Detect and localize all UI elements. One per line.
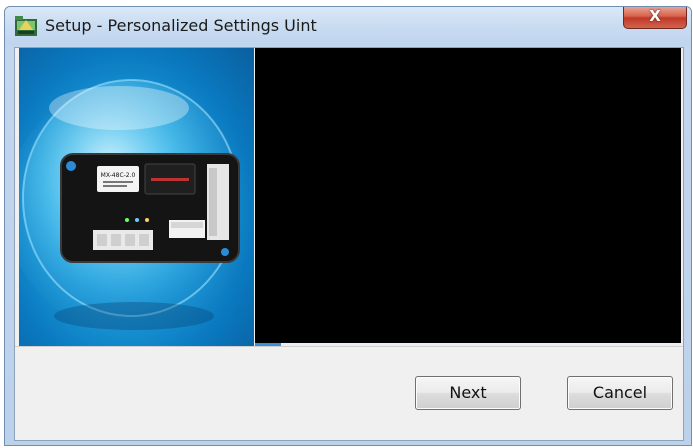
title-bar[interactable]: Setup - Personalized Settings Uint X	[5, 7, 691, 45]
setup-app-icon	[15, 16, 37, 36]
next-button[interactable]: Next	[415, 376, 521, 410]
close-icon[interactable]: X	[624, 7, 686, 25]
cancel-button[interactable]: Cancel	[567, 376, 673, 410]
close-button[interactable]: X	[623, 7, 687, 29]
video-preview	[255, 48, 681, 343]
device-illustration: MX-48C-2.0	[19, 79, 254, 333]
setup-window: Setup - Personalized Settings Uint X MX-…	[4, 6, 692, 446]
controller-device-image: MX-48C-2.0	[19, 48, 254, 346]
client-area: MX-48C-2.0 Next Cancel	[14, 47, 684, 441]
window-title: Setup - Personalized Settings Uint	[45, 16, 317, 35]
button-area-divider	[15, 346, 683, 347]
device-label: MX-48C-2.0	[101, 172, 136, 179]
